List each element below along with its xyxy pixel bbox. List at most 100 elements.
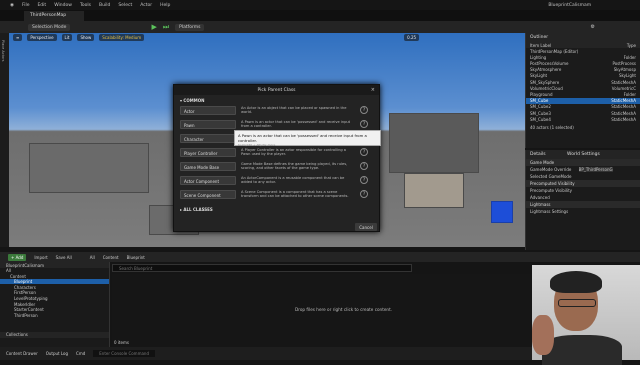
tab-details[interactable]: Details — [530, 152, 546, 157]
add-button[interactable]: + Add — [8, 253, 27, 261]
class-button[interactable]: Game Mode Base — [180, 162, 236, 171]
row-label: SM_Cube2 — [530, 104, 551, 110]
outliner-title: Outliner — [526, 33, 640, 42]
details-row[interactable]: GameMode Override BP_ThirdPersonG — [526, 166, 640, 173]
row-type: StaticMeshA — [611, 116, 636, 122]
menu-edit[interactable]: Edit — [37, 3, 46, 8]
settings-icon[interactable]: ⚙ — [590, 24, 594, 30]
ue-logo-icon[interactable]: ◉ — [10, 3, 14, 8]
content-search-input[interactable]: Search Blueprint — [112, 264, 412, 272]
menu-window[interactable]: Window — [54, 3, 72, 8]
main-toolbar: Selection Mode ▶ ⏭ Platforms ⚙ — [0, 21, 640, 33]
help-icon[interactable]: ? — [360, 120, 368, 128]
class-row: Scene Component A Scene Component is a co… — [174, 190, 379, 203]
breadcrumb-all[interactable]: All — [90, 255, 95, 260]
close-icon[interactable]: × — [371, 87, 375, 93]
folder-item[interactable]: ThirdPerson — [0, 312, 109, 318]
skip-icon[interactable]: ⏭ — [163, 23, 169, 32]
help-icon[interactable]: ? — [360, 106, 368, 114]
row-type: StaticMeshA — [611, 79, 636, 85]
collections-header[interactable]: Collections — [0, 331, 109, 338]
class-description: A Pawn is an actor that can be 'possesse… — [241, 120, 351, 129]
perspective-button[interactable]: Perspective — [27, 34, 57, 41]
import-button[interactable]: Import — [34, 255, 47, 260]
content-drawer-button[interactable]: Content Drawer — [6, 351, 38, 356]
show-button[interactable]: Show — [77, 34, 95, 41]
help-icon[interactable]: ? — [360, 190, 368, 198]
class-button[interactable]: Actor — [180, 106, 236, 115]
lit-button[interactable]: Lit — [61, 34, 73, 41]
class-button[interactable]: Character — [180, 134, 236, 143]
outliner-rows: ThirdPersonMap (Editor) Lighting Folder Pos… — [526, 48, 640, 122]
presenter-hand — [532, 315, 554, 355]
class-button[interactable]: Pawn — [180, 120, 236, 129]
column-label[interactable]: Item Label — [530, 43, 551, 48]
console-input[interactable]: Enter Console Command — [93, 350, 155, 357]
viewport-menu-icon[interactable]: ≡ — [13, 34, 23, 41]
menu-tools[interactable]: Tools — [80, 3, 91, 8]
help-icon[interactable]: ? — [360, 162, 368, 170]
play-icon[interactable]: ▶ — [151, 23, 156, 31]
project-name: BlueprintCalismam — [548, 2, 592, 8]
column-type[interactable]: Type — [627, 43, 636, 48]
platforms-button[interactable]: Platforms — [175, 23, 205, 31]
menu-file[interactable]: File — [22, 3, 30, 8]
class-description: A Player Controller is an actor responsi… — [241, 148, 346, 157]
row-type: SkyAtmosp — [613, 67, 636, 73]
details-row[interactable]: Precompute Visibility — [526, 187, 640, 194]
help-icon[interactable]: ? — [360, 176, 368, 184]
class-description: Game Mode Base defines the game being pl… — [241, 162, 348, 171]
output-log-button[interactable]: Output Log — [46, 351, 68, 356]
tooltip: A Pawn is an actor that can be 'possesse… — [234, 130, 381, 147]
row-label: Playground — [530, 92, 553, 97]
menu-select[interactable]: Select — [118, 3, 132, 8]
class-button[interactable]: Player Controller — [180, 148, 236, 157]
details-row[interactable]: Lightmass — [526, 201, 640, 208]
class-row: Game Mode Base Game Mode Base defines the… — [174, 162, 379, 175]
all-classes-section[interactable]: ▸ ALL CLASSES — [174, 204, 379, 215]
row-type: SkyLight — [618, 73, 636, 79]
save-all-button[interactable]: Save All — [56, 255, 72, 260]
class-button[interactable]: Scene Component — [180, 190, 236, 199]
presenter-glasses — [558, 299, 596, 307]
actor-count: 40 actors (1 selected) — [530, 124, 574, 130]
menu-help[interactable]: Help — [160, 3, 170, 8]
item-count: 0 items — [114, 340, 129, 345]
row-label: VolumetricCloud — [530, 85, 563, 91]
scene-block — [389, 113, 479, 173]
class-list: Actor An Actor is an object that can be p… — [174, 106, 379, 203]
row-type: VolumetricC — [611, 85, 636, 91]
row-type: Folder — [623, 54, 636, 60]
fov-value[interactable]: 0.25 — [404, 34, 420, 41]
details-panel: Details World Settings Game Mode GameMod… — [525, 150, 640, 250]
tab-world-settings[interactable]: World Settings — [567, 152, 600, 157]
selection-mode-button[interactable]: Selection Mode — [28, 23, 71, 31]
row-label: SM_SkySphere — [530, 79, 560, 85]
details-row[interactable]: Precomputed Visibility — [526, 180, 640, 187]
menu-build[interactable]: Build — [99, 3, 110, 8]
scalability-button[interactable]: Scalability: Medium — [99, 34, 145, 41]
class-button[interactable]: Actor Component — [180, 176, 236, 185]
cmd-button[interactable]: Cmd — [76, 351, 85, 356]
details-row[interactable]: Selected GameMode — [526, 173, 640, 180]
common-section[interactable]: ▾ COMMON — [174, 95, 379, 106]
cancel-button[interactable]: Cancel — [355, 223, 377, 231]
folder-rows: All Content Blueprint Characters FirstPerson… — [0, 268, 109, 318]
help-icon[interactable]: ? — [360, 148, 368, 156]
viewport-toolbar: ≡ Perspective Lit Show Scalability: Medi… — [9, 33, 525, 42]
row-type: StaticMeshA — [611, 104, 636, 110]
details-row[interactable]: Game Mode — [526, 159, 640, 166]
details-row[interactable]: Lightmass Settings — [526, 208, 640, 215]
class-row: Actor An Actor is an object that can be p… — [174, 106, 379, 119]
menu-actor[interactable]: Actor — [140, 3, 152, 8]
details-row[interactable]: Advanced — [526, 194, 640, 201]
presenter-hair — [550, 271, 602, 293]
map-tab[interactable]: ThirdPersonMap — [24, 11, 84, 21]
class-row: Player Controller A Player Controller is … — [174, 148, 379, 161]
override-value[interactable]: BP_ThirdPersonG — [578, 167, 613, 172]
place-actors-label[interactable]: Place Actors — [1, 40, 5, 61]
breadcrumb-blueprint[interactable]: Blueprint — [127, 255, 145, 260]
outliner-row[interactable]: SM_Cube4 StaticMeshA — [526, 116, 640, 122]
left-strip — [0, 33, 9, 247]
breadcrumb-content[interactable]: Content — [103, 255, 119, 260]
